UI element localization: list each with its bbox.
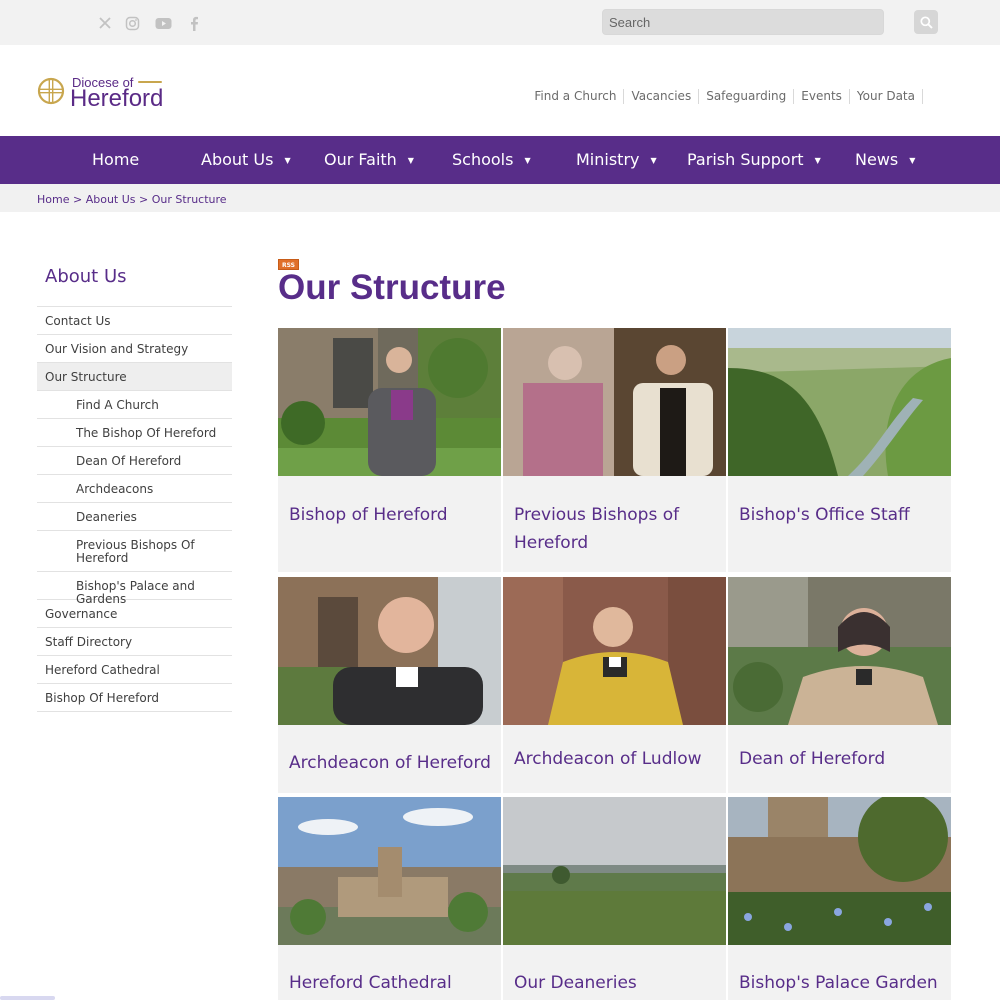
sidebar-item-staff-directory[interactable]: Staff Directory — [37, 628, 232, 656]
card-dean-of-hereford[interactable]: Dean of Hereford — [728, 577, 951, 793]
sidebar-item-archdeacons[interactable]: Archdeacons — [37, 475, 232, 503]
search-input[interactable] — [602, 9, 884, 35]
logo-big-text: Hereford — [70, 85, 164, 112]
chevron-down-icon: ▼ — [909, 155, 916, 165]
utility-link-safeguarding[interactable]: Safeguarding — [699, 89, 795, 104]
sidebar-item-previous-bishops-of-hereford[interactable]: Previous Bishops Of Hereford — [37, 531, 232, 572]
utility-link-vacancies[interactable]: Vacancies — [624, 89, 700, 104]
breadcrumb-about-us[interactable]: About Us — [86, 193, 136, 206]
utility-link-find-a-church[interactable]: Find a Church — [527, 89, 625, 104]
sidebar-item-bishops-palace-and-gardens[interactable]: Bishop's Palace and Gardens — [37, 572, 232, 606]
nav-item-label: Parish Support — [687, 150, 804, 169]
card-title: Bishop's Office Staff — [739, 505, 910, 525]
top-bar — [0, 0, 1000, 45]
main-nav: Home About Us ▼ Our Faith ▼ Schools ▼ Minis… — [0, 136, 1000, 184]
sidebar-item-dean-of-hereford[interactable]: Dean Of Hereford — [37, 447, 232, 475]
utility-links: Find a Church Vacancies Safeguarding Eve… — [527, 89, 923, 104]
sidebar-item-bishop-of-hereford[interactable]: Bishop Of Hereford — [37, 684, 232, 712]
nav-item-label: Home — [92, 150, 140, 169]
nav-item-label: Our Faith — [324, 150, 397, 169]
sidebar-item-deaneries[interactable]: Deaneries — [37, 503, 232, 531]
search-icon — [919, 15, 933, 29]
search-button[interactable] — [914, 10, 938, 34]
nav-item-label: News — [855, 150, 899, 169]
instagram-icon[interactable] — [122, 13, 142, 33]
card-our-deaneries[interactable]: Our Deaneries — [503, 797, 726, 1000]
archdeacon-ludlow-portrait-image — [503, 577, 726, 725]
breadcrumb-home[interactable]: Home — [37, 193, 69, 206]
utility-link-events[interactable]: Events — [794, 89, 850, 104]
sidebar-item-hereford-cathedral[interactable]: Hereford Cathedral — [37, 656, 232, 684]
sidebar-item-governance[interactable]: Governance — [37, 600, 232, 628]
card-title: Previous Bishops of Hereford — [514, 505, 680, 553]
archdeacon-hereford-portrait-image — [278, 577, 501, 725]
chevron-down-icon: ▼ — [284, 155, 291, 165]
nav-item-label: Schools — [452, 150, 514, 169]
breadcrumb-current[interactable]: Our Structure — [152, 193, 227, 206]
dean-portrait-image — [728, 577, 951, 725]
previous-bishops-portraits-image — [503, 328, 726, 476]
chevron-down-icon: ▼ — [524, 155, 531, 165]
chevron-down-icon: ▼ — [650, 155, 657, 165]
card-bishop-of-hereford[interactable]: Bishop of Hereford — [278, 328, 501, 572]
card-title: Archdeacon of Ludlow — [514, 749, 702, 769]
sidebar-menu: Contact Us Our Vision and Strategy Our S… — [37, 306, 232, 712]
site-header: Diocese of Hereford Find a Church Vacanc… — [0, 45, 1000, 136]
nav-item-label: About Us — [201, 150, 274, 169]
card-title: Dean of Hereford — [739, 749, 886, 769]
page-title: Our Structure — [278, 268, 506, 307]
nav-item-home[interactable]: Home — [92, 136, 139, 184]
nav-item-schools[interactable]: Schools ▼ — [452, 136, 531, 184]
cross-logo-icon — [37, 77, 65, 105]
breadcrumb-separator: > — [69, 193, 86, 206]
nav-item-ministry[interactable]: Ministry ▼ — [576, 136, 657, 184]
card-archdeacon-of-hereford[interactable]: Archdeacon of Hereford — [278, 577, 501, 793]
nav-item-news[interactable]: News ▼ — [855, 136, 915, 184]
card-bishops-office-staff[interactable]: Bishop's Office Staff — [728, 328, 951, 572]
x-icon[interactable] — [95, 13, 115, 33]
logo-swash — [138, 81, 162, 83]
card-title: Bishop's Palace Garden — [739, 973, 938, 993]
sidebar-item-our-structure[interactable]: Our Structure — [37, 363, 232, 391]
nav-item-about-us[interactable]: About Us ▼ — [201, 136, 291, 184]
youtube-icon[interactable] — [153, 13, 173, 33]
utility-link-your-data[interactable]: Your Data — [850, 89, 923, 104]
scroll-indicator — [0, 996, 55, 1000]
nav-item-label: Ministry — [576, 150, 640, 169]
card-title: Archdeacon of Hereford — [289, 753, 491, 773]
bishop-portrait-image — [278, 328, 501, 476]
sidebar-item-the-bishop-of-hereford[interactable]: The Bishop Of Hereford — [37, 419, 232, 447]
chevron-down-icon: ▼ — [814, 155, 821, 165]
breadcrumb-separator: > — [135, 193, 152, 206]
facebook-icon[interactable] — [184, 13, 204, 33]
card-hereford-cathedral[interactable]: Hereford Cathedral — [278, 797, 501, 1000]
diocese-logo[interactable]: Diocese of Hereford — [36, 73, 176, 113]
sidebar-item-contact-us[interactable]: Contact Us — [37, 307, 232, 335]
palace-garden-image — [728, 797, 951, 945]
chevron-down-icon: ▼ — [407, 155, 414, 165]
sidebar-title: About Us — [45, 266, 127, 287]
card-archdeacon-of-ludlow[interactable]: Archdeacon of Ludlow — [503, 577, 726, 793]
nav-item-parish-support[interactable]: Parish Support ▼ — [687, 136, 821, 184]
hereford-cathedral-aerial-image — [278, 797, 501, 945]
breadcrumb: Home > About Us > Our Structure — [0, 184, 1000, 212]
card-previous-bishops-of-hereford[interactable]: Previous Bishops of Hereford — [503, 328, 726, 572]
nav-item-our-faith[interactable]: Our Faith ▼ — [324, 136, 414, 184]
card-title: Bishop of Hereford — [289, 505, 448, 525]
sidebar-item-our-vision-and-strategy[interactable]: Our Vision and Strategy — [37, 335, 232, 363]
sidebar-item-find-a-church[interactable]: Find A Church — [37, 391, 232, 419]
card-title: Our Deaneries — [514, 973, 637, 993]
countryside-fields-image — [503, 797, 726, 945]
card-bishops-palace-garden[interactable]: Bishop's Palace Garden — [728, 797, 951, 1000]
river-valley-image — [728, 328, 951, 476]
card-title: Hereford Cathedral — [289, 973, 452, 993]
